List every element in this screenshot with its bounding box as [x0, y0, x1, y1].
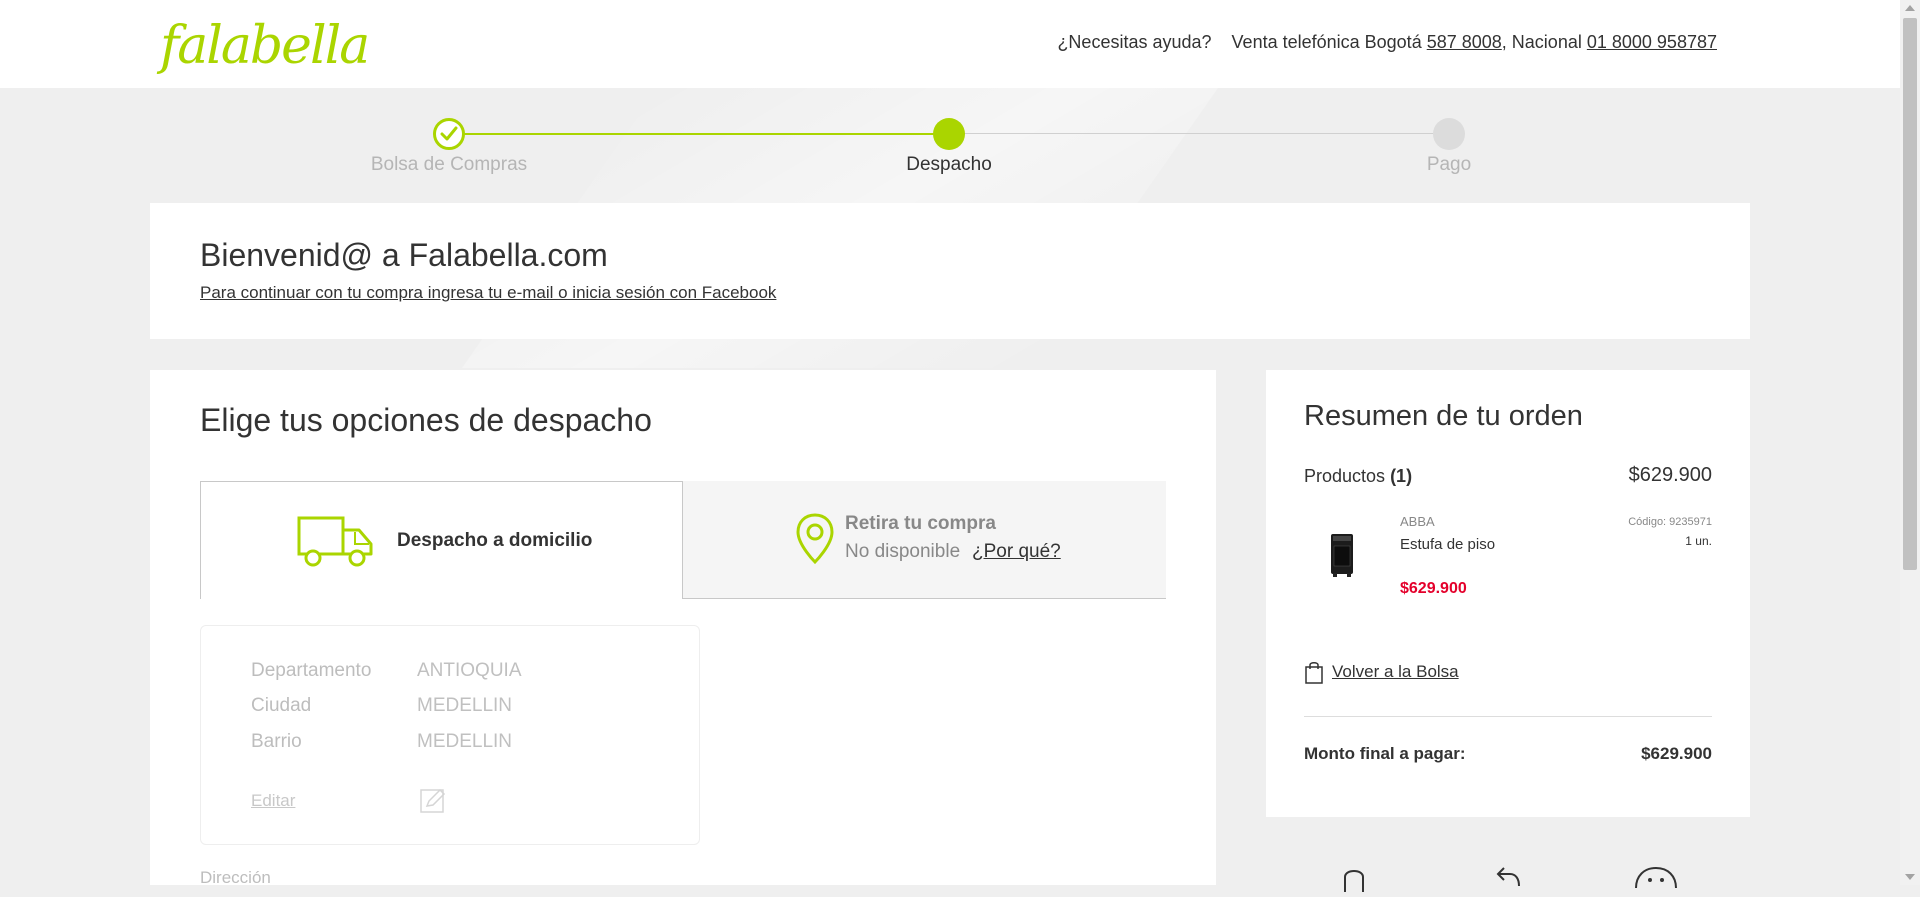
- tab-store-pickup[interactable]: Retira tu compra No disponible ¿Por qué?: [683, 481, 1166, 599]
- welcome-card: Bienvenid@ a Falabella.com Para continua…: [150, 203, 1750, 339]
- step-label: Bolsa de Compras: [370, 154, 528, 175]
- sales-phone-label: Venta telefónica Bogotá: [1231, 32, 1422, 52]
- product-image[interactable]: [1330, 532, 1354, 578]
- scroll-down-arrow[interactable]: [1905, 874, 1915, 880]
- product-code: Código: 9235971: [1628, 516, 1712, 528]
- final-amount-value: $629.900: [1641, 744, 1712, 763]
- pending-step-dot: [1433, 118, 1465, 150]
- barrio-value: MEDELLIN: [417, 731, 513, 752]
- check-icon: [433, 118, 465, 150]
- summary-divider: [1304, 716, 1712, 717]
- step-label: Pago: [1426, 154, 1472, 175]
- edit-icon[interactable]: [419, 786, 447, 819]
- final-amount-label: Monto final a pagar:: [1304, 744, 1466, 763]
- products-total: $629.900: [1628, 464, 1712, 486]
- summary-title: Resumen de tu orden: [1304, 400, 1583, 432]
- barrio-label: Barrio: [251, 731, 302, 752]
- products-count: (1): [1390, 466, 1413, 486]
- step-label: Despacho: [906, 154, 992, 175]
- national-phone-link[interactable]: 01 8000 958787: [1587, 32, 1717, 52]
- department-value: ANTIOQUIA: [417, 660, 522, 681]
- order-summary-card: Resumen de tu orden Productos (1) $629.9…: [1266, 370, 1750, 817]
- address-box: Departamento ANTIOQUIA Ciudad MEDELLIN B…: [200, 625, 700, 845]
- checkout-stepper: Bolsa de Compras Despacho Pago: [150, 88, 1750, 198]
- bag-icon: [1304, 660, 1324, 689]
- smiley-icon: [1634, 866, 1678, 893]
- city-value: MEDELLIN: [417, 695, 513, 716]
- stepper-progress-line: [450, 133, 950, 135]
- tab-home-label: Despacho a domicilio: [397, 530, 593, 551]
- page-scrollbar[interactable]: [1900, 0, 1920, 885]
- truck-icon: [297, 516, 375, 573]
- delivery-options-card: Elige tus opciones de despacho Despacho …: [150, 370, 1216, 887]
- national-label: , Nacional: [1501, 32, 1582, 52]
- return-arrow-icon: [1494, 866, 1522, 893]
- products-label: Productos: [1304, 466, 1386, 486]
- back-to-bag-link[interactable]: Volver a la Bolsa: [1332, 662, 1459, 682]
- tab-store-status: No disponible: [845, 541, 961, 562]
- scroll-up-arrow[interactable]: [1905, 5, 1915, 11]
- bogota-phone-link[interactable]: 587 8008: [1427, 32, 1502, 52]
- product-name[interactable]: Estufa de piso: [1400, 536, 1495, 553]
- help-contact: ¿Necesitas ayuda? Venta telefónica Bogot…: [1057, 32, 1717, 53]
- current-step-dot: [933, 118, 965, 150]
- department-label: Departamento: [251, 660, 372, 681]
- location-pin-icon: [795, 513, 835, 570]
- login-link[interactable]: Para continuar con tu compra ingresa tu …: [200, 283, 776, 303]
- product-qty: 1 un.: [1685, 534, 1712, 548]
- tab-home-delivery[interactable]: Despacho a domicilio: [200, 481, 683, 599]
- scroll-thumb[interactable]: [1903, 18, 1917, 570]
- help-label: ¿Necesitas ayuda?: [1057, 32, 1212, 52]
- tab-store-title: Retira tu compra: [845, 513, 996, 534]
- falabella-logo[interactable]: falabella: [160, 16, 370, 76]
- bottom-icons: [1266, 858, 1750, 892]
- stepper-pending-line: [950, 133, 1450, 134]
- address-label: Dirección: [200, 868, 271, 887]
- delivery-title: Elige tus opciones de despacho: [200, 402, 652, 438]
- product-price: $629.900: [1400, 580, 1467, 597]
- product-brand: ABBA: [1400, 514, 1435, 529]
- mouse-icon: [1342, 866, 1366, 897]
- top-header: falabella ¿Necesitas ayuda? Venta telefó…: [0, 0, 1900, 88]
- welcome-title: Bienvenid@ a Falabella.com: [200, 237, 608, 273]
- why-link[interactable]: ¿Por qué?: [972, 541, 1061, 563]
- products-row: Productos (1): [1304, 466, 1412, 487]
- city-label: Ciudad: [251, 695, 312, 716]
- edit-link[interactable]: Editar: [251, 791, 295, 811]
